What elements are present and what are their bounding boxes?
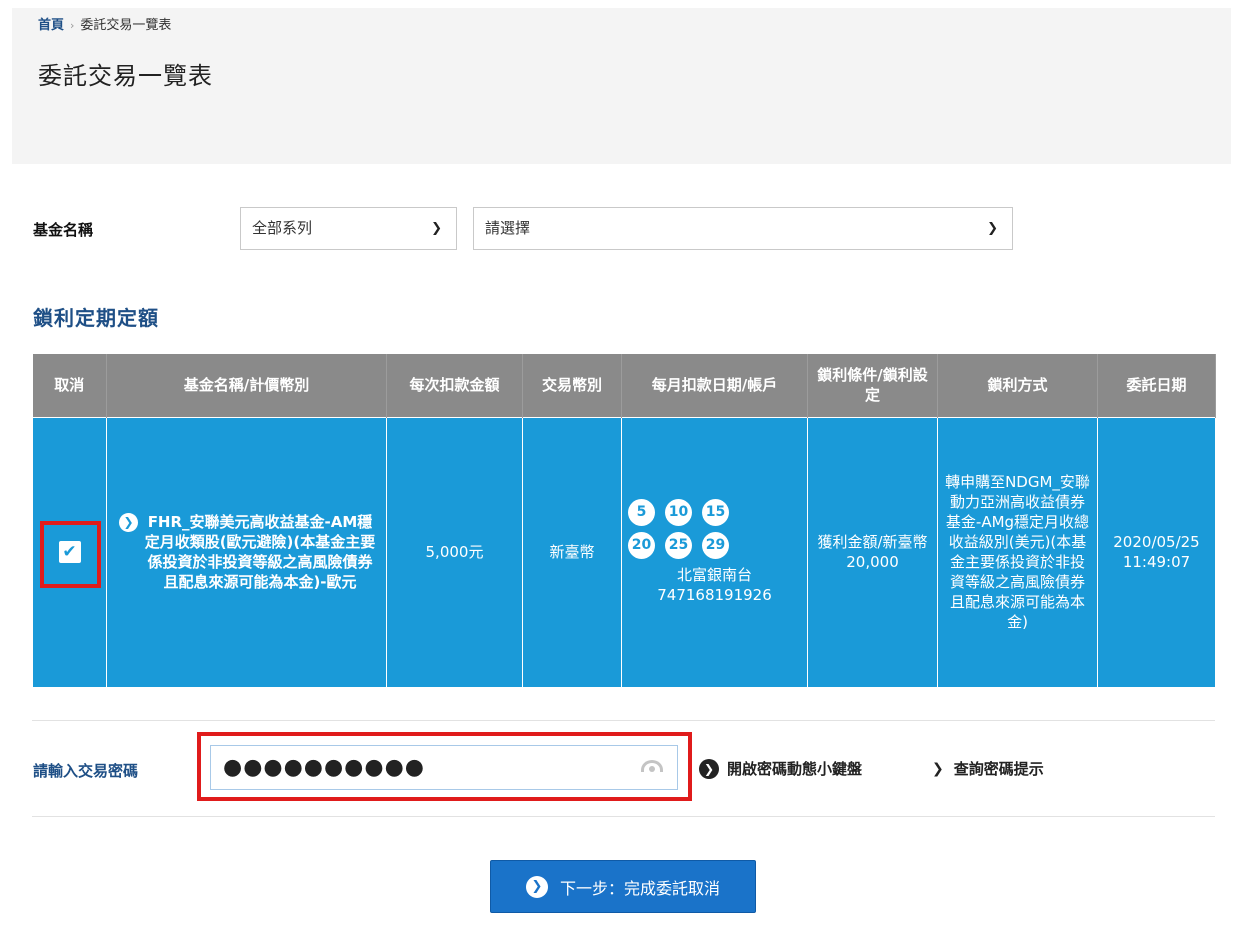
divider [32, 816, 1215, 817]
debit-date-cell: 5 10 15 20 25 29 北富銀南台 747168191926 [621, 416, 808, 688]
order-time: 11:49:07 [1122, 553, 1191, 571]
debit-day-badge: 5 [628, 499, 655, 526]
breadcrumb: 首頁 › 委託交易一覽表 [38, 14, 171, 33]
breadcrumb-current: 委託交易一覽表 [80, 18, 172, 33]
chevron-right-icon[interactable]: ❯ [119, 513, 138, 532]
password-hint-label: 查詢密碼提示 [953, 760, 1044, 778]
column-header-debit-date: 每月扣款日期/帳戶 [621, 354, 808, 417]
chevron-down-icon: ❯ [987, 221, 998, 236]
column-header-lock-method: 鎖利方式 [937, 354, 1098, 417]
debit-day-badge: 25 [665, 532, 692, 559]
password-hint-link[interactable]: ❯ 查詢密碼提示 [932, 758, 1044, 779]
series-select-value: 全部系列 [252, 219, 313, 237]
amount-cell: 5,000元 [386, 416, 523, 688]
order-date: 2020/05/25 [1113, 533, 1200, 551]
virtual-keyboard-link[interactable]: ❯ 開啟密碼動態小鍵盤 [699, 758, 862, 779]
password-highlight-frame [197, 732, 692, 801]
table-header-row: 取消 基金名稱/計價幣別 每次扣款金額 交易幣別 每月扣款日期/帳戶 鎖利條件/… [32, 354, 1216, 417]
debit-day-badge: 29 [702, 532, 729, 559]
column-header-lock-condition: 鎖利條件/鎖利設定 [807, 354, 938, 417]
lock-method-cell: 轉申購至NDGM_安聯動力亞洲高收益債券基金-AMg穩定月收總收益級別(美元)(… [937, 416, 1098, 688]
debit-day-badge: 10 [665, 499, 692, 526]
next-step-button[interactable]: ❯ 下一步：完成委託取消 [490, 860, 756, 913]
chevron-right-icon: ❯ [932, 760, 944, 777]
column-header-cancel: 取消 [32, 354, 107, 417]
next-step-label: 下一步：完成委託取消 [559, 878, 720, 898]
fund-name-link[interactable]: FHR_安聯美元高收益基金-AM穩定月收類股(歐元避險)(本基金主要係投資於非投… [144, 512, 376, 592]
series-select[interactable]: 全部系列 ❯ [240, 207, 457, 250]
page: 首頁 › 委託交易一覽表 委託交易一覽表 基金名稱 全部系列 ❯ 請選擇 ❯ 鎖利定… [0, 0, 1252, 939]
chevron-down-icon: ❯ [431, 221, 442, 236]
password-label: 請輸入交易密碼 [33, 762, 139, 780]
bank-name: 北富銀南台 [676, 566, 752, 584]
debit-day-badge: 15 [702, 499, 729, 526]
lock-condition-cell: 獲利金額/新臺幣 20,000 [807, 416, 938, 688]
virtual-keyboard-label: 開啟密碼動態小鍵盤 [727, 760, 863, 778]
breadcrumb-separator-icon: › [70, 19, 75, 32]
breadcrumb-home-link[interactable]: 首頁 [38, 18, 64, 33]
section-title: 鎖利定期定額 [33, 306, 159, 330]
fund-cell: ❯ FHR_安聯美元高收益基金-AM穩定月收類股(歐元避險)(本基金主要係投資於… [106, 416, 387, 688]
chevron-right-icon: ❯ [525, 875, 548, 898]
checkbox-highlight-frame [40, 521, 101, 588]
order-date-cell: 2020/05/25 11:49:07 [1097, 416, 1216, 688]
orders-table: 取消 基金名稱/計價幣別 每次扣款金額 交易幣別 每月扣款日期/帳戶 鎖利條件/… [32, 354, 1216, 688]
table-row: ✔ ❯ FHR_安聯美元高收益基金-AM穩定月收類股(歐元避險)(本基金主要係投… [32, 416, 1216, 688]
account-number: 747168191926 [657, 586, 772, 604]
column-header-amount: 每次扣款金額 [386, 354, 523, 417]
column-header-fund: 基金名稱/計價幣別 [106, 354, 387, 417]
page-title: 委託交易一覽表 [38, 62, 213, 90]
fund-select-value: 請選擇 [485, 219, 531, 237]
divider [32, 720, 1215, 721]
fund-select[interactable]: 請選擇 ❯ [473, 207, 1013, 250]
column-header-order-date: 委託日期 [1097, 354, 1216, 417]
column-header-currency: 交易幣別 [522, 354, 622, 417]
debit-day-badge: 20 [628, 532, 655, 559]
currency-cell: 新臺幣 [522, 416, 622, 688]
fund-filter-label: 基金名稱 [33, 221, 94, 239]
chevron-right-icon: ❯ [699, 758, 719, 779]
